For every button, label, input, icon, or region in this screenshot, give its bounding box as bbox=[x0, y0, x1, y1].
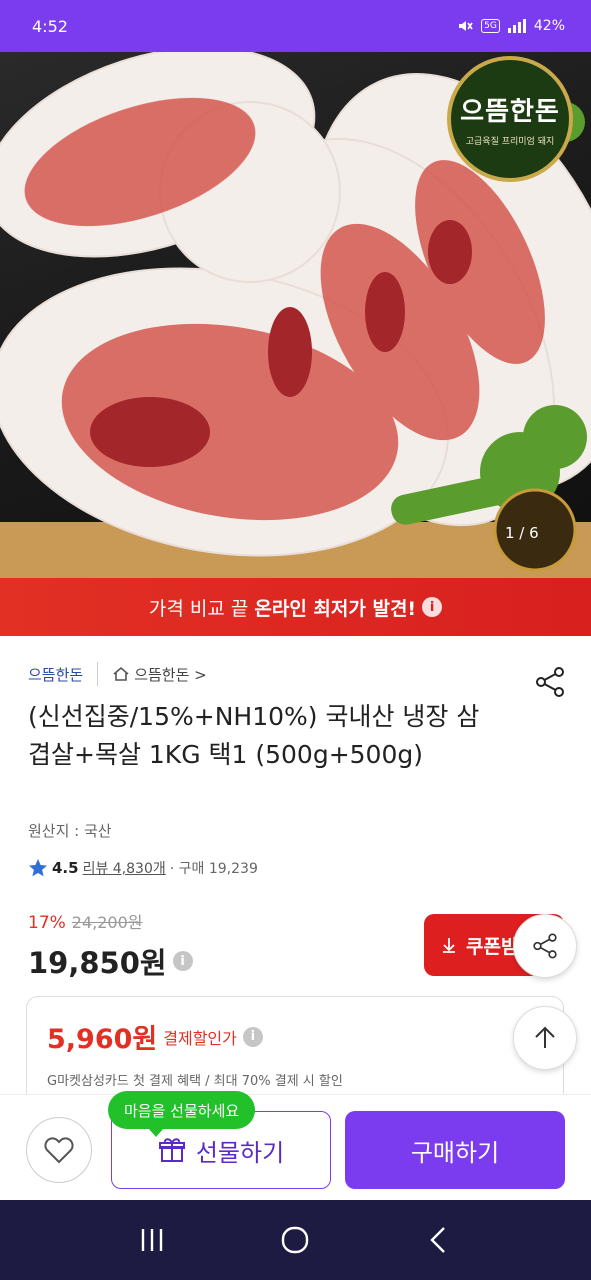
star-icon bbox=[29, 859, 47, 877]
original-price: 24,200원 bbox=[71, 913, 143, 932]
network-type: 5G bbox=[481, 19, 500, 33]
battery-level: 42% bbox=[533, 18, 565, 34]
arrow-up-icon bbox=[535, 1026, 555, 1048]
lowest-price-banner[interactable]: 가격 비교 끝 온라인 최저가 발견! i bbox=[0, 578, 591, 636]
store-link-label: 으뜸한돈 > bbox=[134, 665, 207, 684]
wishlist-button[interactable] bbox=[26, 1117, 92, 1183]
product-title: (신선집중/15%+NH10%) 국내산 냉장 삼겹살+목살 1KG 택1 (5… bbox=[28, 702, 480, 769]
image-page-indicator: 1 / 6 bbox=[505, 524, 539, 542]
share-icon bbox=[533, 933, 557, 959]
review-count-link[interactable]: 리뷰 4,830개 bbox=[83, 858, 166, 878]
price-row: 19,850원 i bbox=[28, 940, 193, 982]
signal-icon bbox=[507, 19, 526, 33]
status-icons: 5G 42% bbox=[457, 18, 565, 34]
payment-discount-box[interactable]: 5,960원 결제할인가 i G마켓삼성카드 첫 결제 혜택 / 최대 70% … bbox=[26, 996, 564, 1106]
gift-label: 선물하기 bbox=[195, 1138, 285, 1167]
rating-score: 4.5 bbox=[52, 859, 79, 877]
gift-tooltip: 마음을 선물하세요 bbox=[108, 1091, 256, 1137]
discount-row: 17% 24,200원 bbox=[28, 909, 143, 933]
download-icon bbox=[443, 938, 455, 953]
recent-apps-icon bbox=[141, 1229, 163, 1251]
promo-prefix: 가격 비교 끝 bbox=[148, 597, 249, 620]
system-nav-bar bbox=[0, 1200, 591, 1280]
info-icon[interactable]: i bbox=[422, 597, 443, 617]
payment-info-icon[interactable]: i bbox=[242, 1026, 263, 1047]
share-icon[interactable] bbox=[532, 664, 568, 700]
store-link[interactable]: 으뜸한돈 > bbox=[112, 664, 207, 685]
rating-row: 4.5 리뷰 4,830개 · 구매 19,239 bbox=[28, 858, 258, 878]
bottom-action-bar: 선물하기 구매하기 bbox=[0, 1094, 591, 1200]
home-circle-icon bbox=[282, 1226, 309, 1254]
brand-logo-sub: 고급육질 프리미엄 돼지 bbox=[465, 137, 555, 147]
payment-line: 5,960원 결제할인가 i bbox=[47, 1017, 563, 1056]
payment-desc: G마켓삼성카드 첫 결제 혜택 / 최대 70% 결제 시 할인 bbox=[47, 1074, 343, 1089]
back-icon bbox=[430, 1227, 445, 1253]
floating-share-button[interactable] bbox=[513, 914, 577, 978]
status-time: 4:52 bbox=[32, 16, 68, 36]
discount-rate: 17% bbox=[28, 913, 66, 933]
brand-logo-name: 으뜸한돈 bbox=[460, 97, 560, 127]
divider bbox=[97, 662, 99, 686]
promo-highlight: 온라인 최저가 발견! bbox=[254, 597, 417, 620]
back-button[interactable] bbox=[419, 1220, 459, 1260]
recent-apps-button[interactable] bbox=[132, 1220, 172, 1260]
product-origin: 원산지 : 국산 bbox=[28, 822, 112, 840]
sale-price: 19,850원 bbox=[28, 946, 167, 980]
product-image[interactable]: 으뜸한돈 고급육질 프리미엄 돼지 1 / 6 bbox=[0, 52, 591, 578]
scroll-top-button[interactable] bbox=[513, 1006, 577, 1070]
seller-row: 으뜸한돈 으뜸한돈 > bbox=[28, 662, 207, 686]
status-bar: 4:52 5G 42% bbox=[0, 0, 591, 52]
payment-label: 결제할인가 bbox=[163, 1028, 237, 1048]
mute-icon bbox=[459, 21, 473, 31]
buy-button[interactable]: 구매하기 bbox=[345, 1111, 565, 1189]
purchase-count: · 구매 19,239 bbox=[169, 861, 258, 877]
price-info-icon[interactable]: i bbox=[172, 951, 193, 971]
buy-label: 구매하기 bbox=[410, 1138, 500, 1167]
seller-name[interactable]: 으뜸한돈 bbox=[28, 664, 83, 685]
gift-icon bbox=[158, 1138, 185, 1162]
heart-icon bbox=[44, 1137, 74, 1164]
brand-logo: 으뜸한돈 고급육질 프리미엄 돼지 bbox=[447, 56, 573, 182]
payment-amount: 5,960원 bbox=[47, 1024, 158, 1055]
home-icon bbox=[113, 666, 129, 681]
home-button[interactable] bbox=[275, 1220, 315, 1260]
